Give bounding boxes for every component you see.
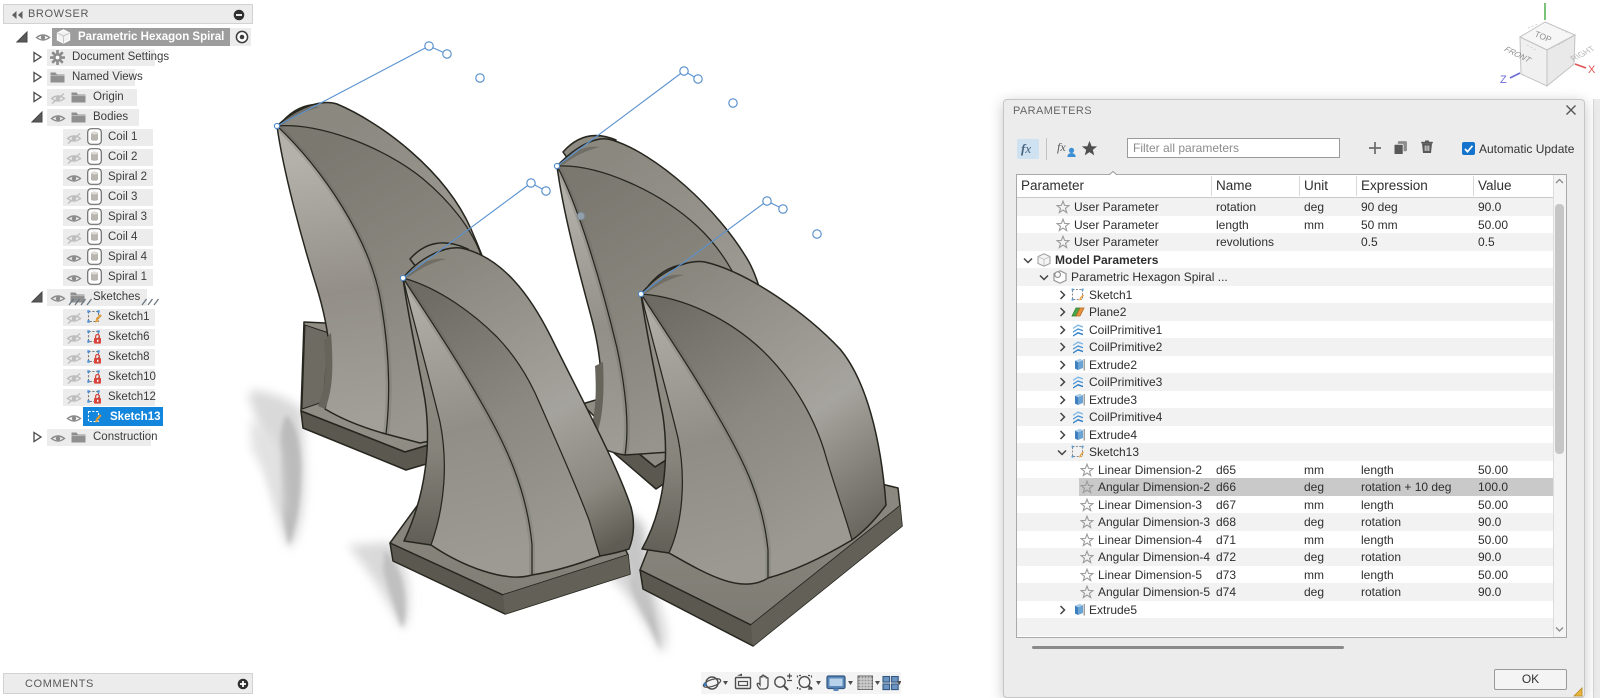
svg-text:Z: Z <box>1500 74 1507 86</box>
svg-text:X: X <box>1588 64 1596 76</box>
